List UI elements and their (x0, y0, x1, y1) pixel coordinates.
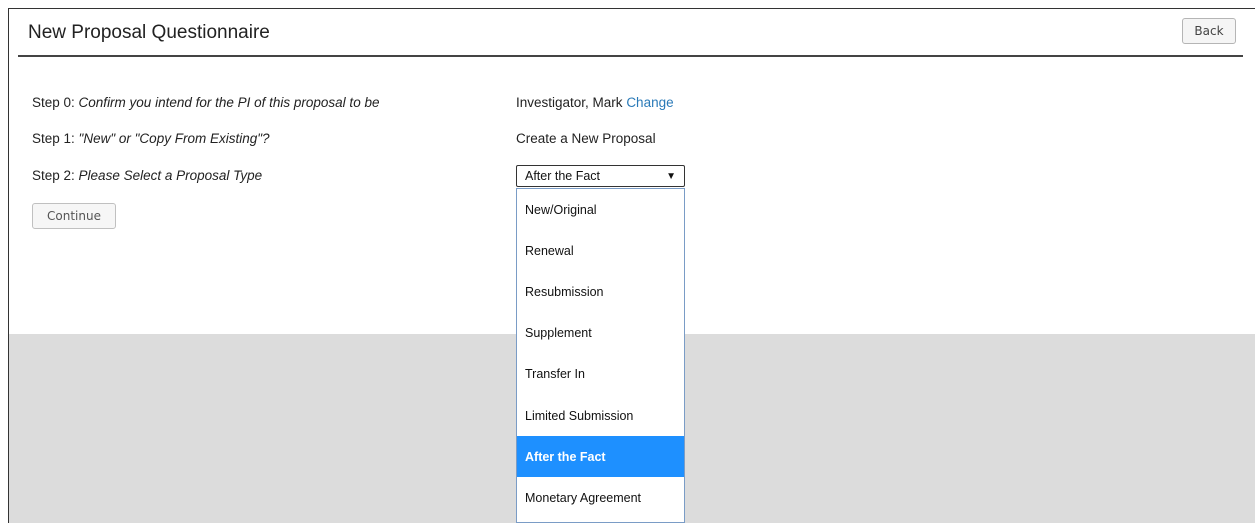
option-supplement[interactable]: Supplement (517, 313, 684, 354)
proposal-type-dropdown: New/Original Renewal Resubmission Supple… (516, 188, 685, 523)
step-2-prefix: Step 2: (32, 168, 79, 183)
page-title: New Proposal Questionnaire (28, 22, 270, 43)
step-0-prefix: Step 0: (32, 95, 79, 110)
step-0-label: Step 0: Confirm you intend for the PI of… (32, 95, 379, 110)
step-0-text: Confirm you intend for the PI of this pr… (78, 95, 380, 110)
pi-name: Investigator, Mark (516, 95, 623, 110)
change-pi-link[interactable]: Change (626, 95, 673, 110)
step-2-text: Please Select a Proposal Type (78, 168, 263, 183)
step-1-prefix: Step 1: (32, 131, 79, 146)
continue-button[interactable]: Continue (32, 203, 116, 229)
step-2-label: Step 2: Please Select a Proposal Type (32, 168, 262, 183)
option-monetary-agreement[interactable]: Monetary Agreement (517, 477, 684, 518)
option-resubmission[interactable]: Resubmission (517, 271, 684, 312)
option-after-the-fact[interactable]: After the Fact (517, 436, 684, 478)
step-1-value: Create a New Proposal (516, 131, 656, 146)
back-button[interactable]: Back (1182, 18, 1236, 44)
option-transfer-in[interactable]: Transfer In (517, 354, 684, 395)
proposal-type-select[interactable]: After the Fact ▼ (516, 165, 685, 187)
step-1-text: "New" or "Copy From Existing"? (78, 131, 270, 146)
title-divider (18, 55, 1243, 57)
proposal-type-selected: After the Fact (525, 169, 601, 183)
step-1-label: Step 1: "New" or "Copy From Existing"? (32, 131, 270, 146)
option-renewal[interactable]: Renewal (517, 230, 684, 271)
dropdown-arrow-icon: ▼ (666, 170, 676, 182)
option-limited-submission[interactable]: Limited Submission (517, 395, 684, 436)
step-0-value: Investigator, Mark Change (516, 95, 674, 110)
option-new-original[interactable]: New/Original (517, 189, 684, 230)
